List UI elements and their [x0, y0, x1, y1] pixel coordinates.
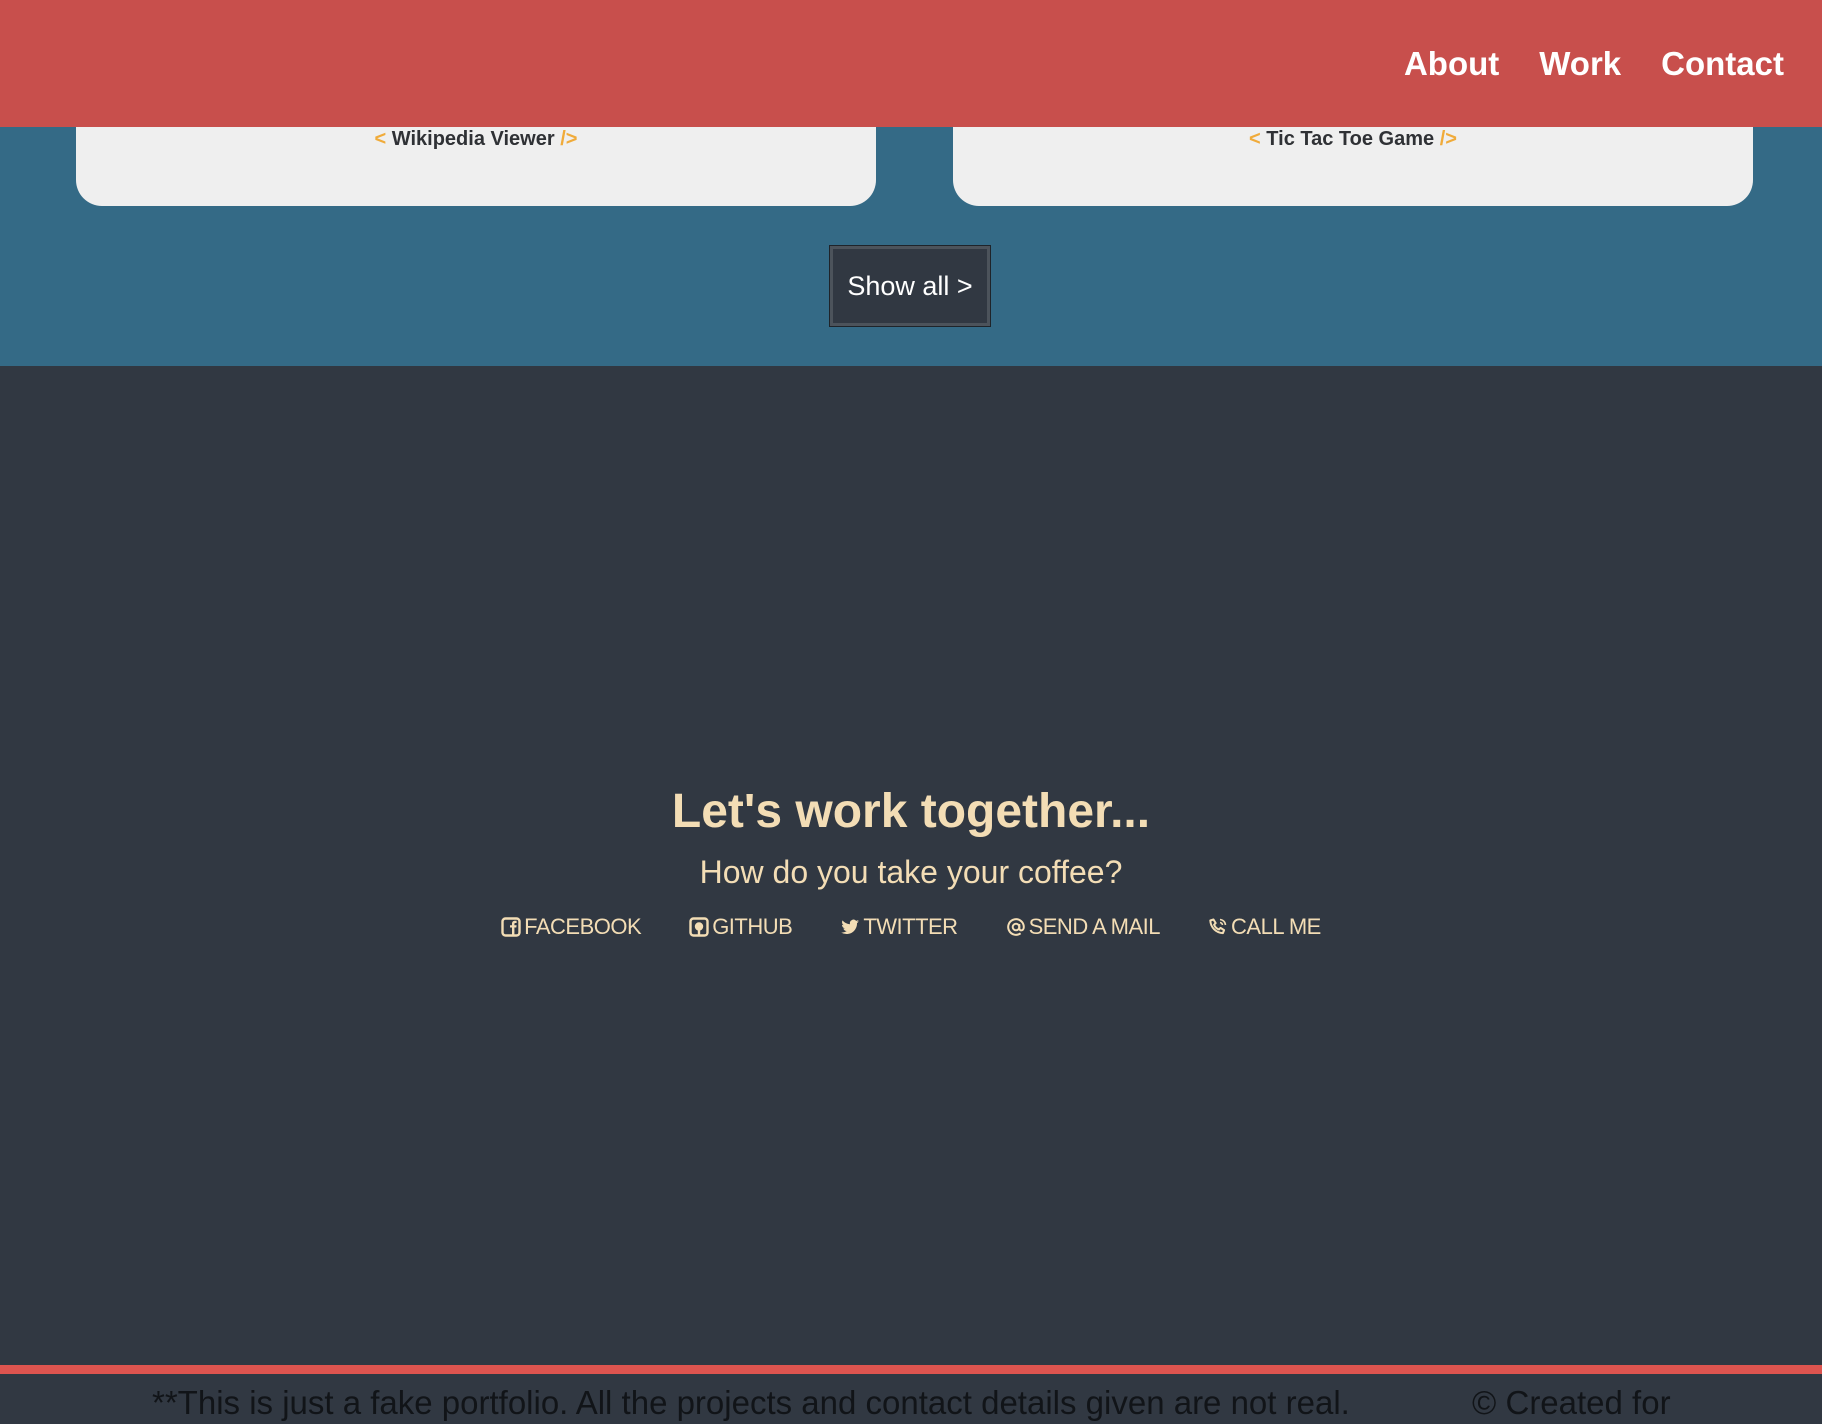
project-title: < Tic Tac Toe Game /> [953, 127, 1753, 151]
footer-credit: © Created for [1472, 1384, 1671, 1421]
footer-divider [0, 1365, 1822, 1374]
at-icon [1006, 918, 1025, 936]
call-me-label: CALL ME [1231, 914, 1321, 939]
send-mail-label: SEND A MAIL [1028, 914, 1161, 939]
github-label: GITHUB [712, 914, 793, 939]
footer-disclaimer: **This is just a fake portfolio. All the… [152, 1384, 1350, 1421]
social-links: FACEBOOK GITHUB TWITTER SEND A MAIL CALL… [0, 914, 1822, 940]
projects-section: < Wikipedia Viewer /> < Tic Tac Toe Game… [0, 127, 1822, 366]
facebook-label: FACEBOOK [524, 914, 642, 939]
github-icon [689, 917, 709, 937]
project-card-wikipedia-viewer[interactable]: < Wikipedia Viewer /> [76, 127, 876, 206]
close-tag: /> [1439, 128, 1457, 150]
open-tag: < [1249, 128, 1261, 150]
project-name: Tic Tac Toe Game [1266, 128, 1435, 150]
send-mail-link[interactable]: SEND A MAIL [1006, 914, 1161, 940]
nav-link-contact[interactable]: Contact [1661, 45, 1784, 83]
open-tag: < [374, 128, 387, 150]
nav-links: About Work Contact [1364, 0, 1784, 127]
facebook-icon [501, 917, 521, 937]
show-all-button[interactable]: Show all > [830, 246, 990, 326]
phone-icon [1209, 918, 1227, 935]
project-title: < Wikipedia Viewer /> [76, 127, 876, 151]
contact-section: Let's work together... How do you take y… [0, 366, 1822, 1365]
call-me-link[interactable]: CALL ME [1208, 914, 1321, 940]
navbar: About Work Contact [0, 0, 1822, 127]
contact-subheading: How do you take your coffee? [699, 854, 1123, 890]
github-link[interactable]: GITHUB [689, 914, 793, 940]
contact-heading: Let's work together... [671, 785, 1151, 838]
nav-link-work[interactable]: Work [1539, 45, 1621, 83]
twitter-link[interactable]: TWITTER [840, 914, 958, 940]
twitter-label: TWITTER [863, 914, 958, 939]
close-tag: /> [560, 128, 578, 150]
footer: **This is just a fake portfolio. All the… [0, 1374, 1822, 1424]
nav-link-about[interactable]: About [1404, 45, 1499, 83]
project-card-tic-tac-toe[interactable]: < Tic Tac Toe Game /> [953, 127, 1753, 206]
facebook-link[interactable]: FACEBOOK [501, 914, 642, 940]
twitter-icon [841, 919, 860, 935]
project-name: Wikipedia Viewer [391, 128, 555, 150]
